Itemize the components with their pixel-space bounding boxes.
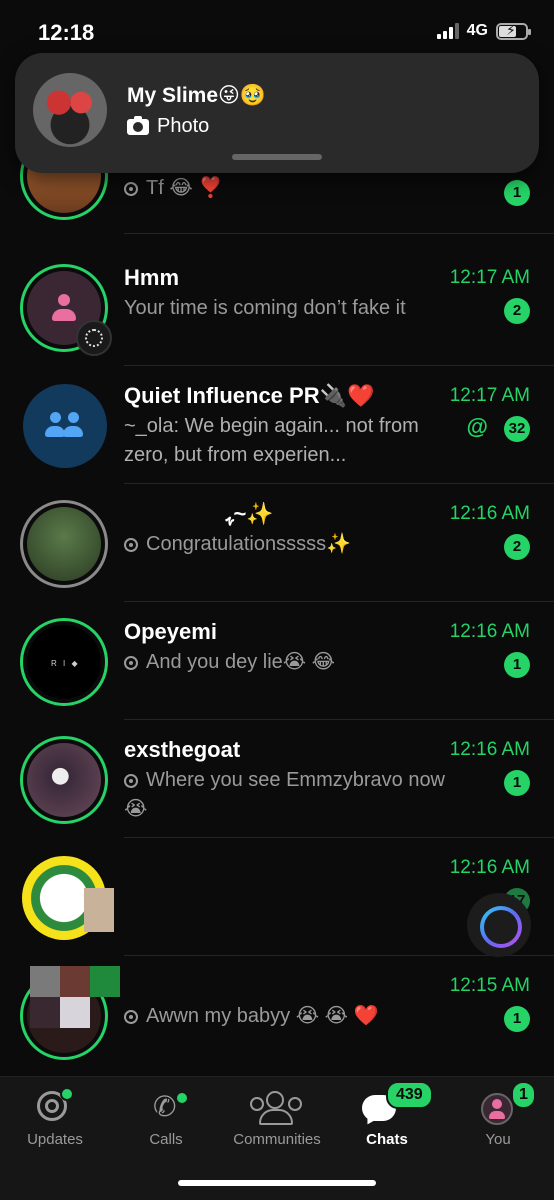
status-icon — [124, 774, 138, 788]
avatar — [20, 500, 108, 588]
mention-icon: @ — [466, 414, 488, 439]
chat-time: 12:16 AM — [449, 739, 530, 760]
chat-row[interactable]: exsthegoat 12:16 AM Where you see Emmzyb… — [0, 720, 554, 838]
chat-row[interactable]: ﮩ~✨ 12:16 AM Congratulationsssss✨ 2 — [0, 484, 554, 602]
status-pending-icon — [76, 320, 112, 356]
updates-icon — [0, 1087, 110, 1127]
unread-badge: 1 — [504, 1006, 530, 1032]
status-icon — [124, 1010, 138, 1024]
tab-you[interactable]: 1 You — [443, 1081, 553, 1148]
notification-banner[interactable]: My Slime😜🥹 Photo — [15, 53, 539, 173]
avatar — [20, 736, 108, 824]
group-icon — [43, 412, 87, 440]
chat-name: ﮩ~✨ — [226, 501, 274, 526]
status-icon — [124, 538, 138, 552]
tab-updates[interactable]: Updates — [0, 1087, 110, 1148]
chat-preview: Where you see Emmzybravo now😭 — [124, 769, 446, 820]
tab-label: You — [485, 1131, 511, 1148]
tab-label: Chats — [366, 1131, 408, 1148]
tab-label: Calls — [149, 1131, 183, 1148]
phone-icon: ✆ — [111, 1087, 221, 1127]
chat-row[interactable]: Quiet Influence PR🔌❤️ 12:17 AM ~_ola: We… — [0, 366, 554, 484]
camera-icon — [127, 115, 149, 135]
chat-row[interactable]: 12:15 AM Awwn my babyy 😭 😭 ❤️ 1 — [0, 956, 554, 1074]
status-bar: 12:18 4G ⚡ — [0, 0, 554, 60]
tab-label: Updates — [27, 1131, 83, 1148]
tab-communities[interactable]: Communities — [222, 1087, 332, 1148]
chat-time: 12:15 AM — [449, 975, 530, 996]
status-icon — [124, 182, 138, 196]
chat-time: 12:17 AM — [449, 385, 530, 406]
tab-calls[interactable]: ✆ Calls — [111, 1087, 221, 1148]
battery-icon: ⚡ — [496, 22, 531, 40]
tab-label: Communities — [233, 1131, 321, 1148]
chat-preview: ~_ola: We begin again... not from zero, … — [124, 415, 419, 466]
notification-title: My Slime😜🥹 — [127, 84, 267, 107]
person-icon — [51, 294, 77, 322]
network-type: 4G — [466, 22, 488, 39]
chat-row[interactable]: R I ◆ Opeyemi 12:16 AM And you dey lie😭 … — [0, 602, 554, 720]
status-time: 12:18 — [38, 20, 95, 45]
avatar — [23, 384, 107, 468]
chat-name: exsthegoat — [124, 737, 241, 762]
signal-icon — [436, 23, 459, 39]
you-badge: 1 — [511, 1081, 536, 1109]
unread-badge: 2 — [504, 298, 530, 324]
meta-ai-button[interactable] — [467, 893, 531, 957]
redaction-block — [84, 888, 114, 932]
banner-handle[interactable] — [232, 154, 322, 160]
unread-badge: 1 — [504, 652, 530, 678]
chat-preview: Tf 😂 ❣️ — [124, 174, 462, 203]
unread-badge: 32 — [504, 416, 530, 442]
notification-avatar — [33, 73, 107, 147]
status-icon — [124, 656, 138, 670]
chat-time: 12:16 AM — [449, 857, 530, 878]
avatar: R I ◆ — [20, 618, 108, 706]
pixelated-avatar-overlay — [30, 966, 120, 1028]
chat-row[interactable]: Hmm 12:17 AM Your time is coming don’t f… — [0, 248, 554, 366]
chats-icon: 439 — [332, 1081, 442, 1128]
unread-badge: 1 — [504, 180, 530, 206]
chat-preview: Awwn my babyy 😭 😭 ❤️ — [124, 1002, 462, 1031]
chat-time: 12:16 AM — [449, 503, 530, 524]
home-indicator — [178, 1180, 376, 1186]
unread-badge: 2 — [504, 534, 530, 560]
unread-badge: 1 — [504, 770, 530, 796]
chat-name: Quiet Influence PR🔌❤️ — [124, 383, 375, 408]
profile-icon: 1 — [443, 1081, 553, 1127]
chat-time: 12:17 AM — [449, 267, 530, 288]
tab-chats[interactable]: 439 Chats — [332, 1081, 442, 1148]
chat-time: 12:16 AM — [449, 621, 530, 642]
notification-subtitle: Photo — [157, 115, 210, 137]
communities-icon — [222, 1087, 332, 1127]
chat-name: Hmm — [124, 265, 180, 290]
chat-name: Opeyemi — [124, 619, 217, 644]
chats-unread-badge: 439 — [386, 1081, 433, 1109]
chat-preview: And you dey lie😭 😂 — [124, 648, 462, 677]
chat-preview: Your time is coming don’t fake it — [124, 297, 406, 319]
chat-preview: Congratulationsssss✨ — [124, 530, 462, 559]
